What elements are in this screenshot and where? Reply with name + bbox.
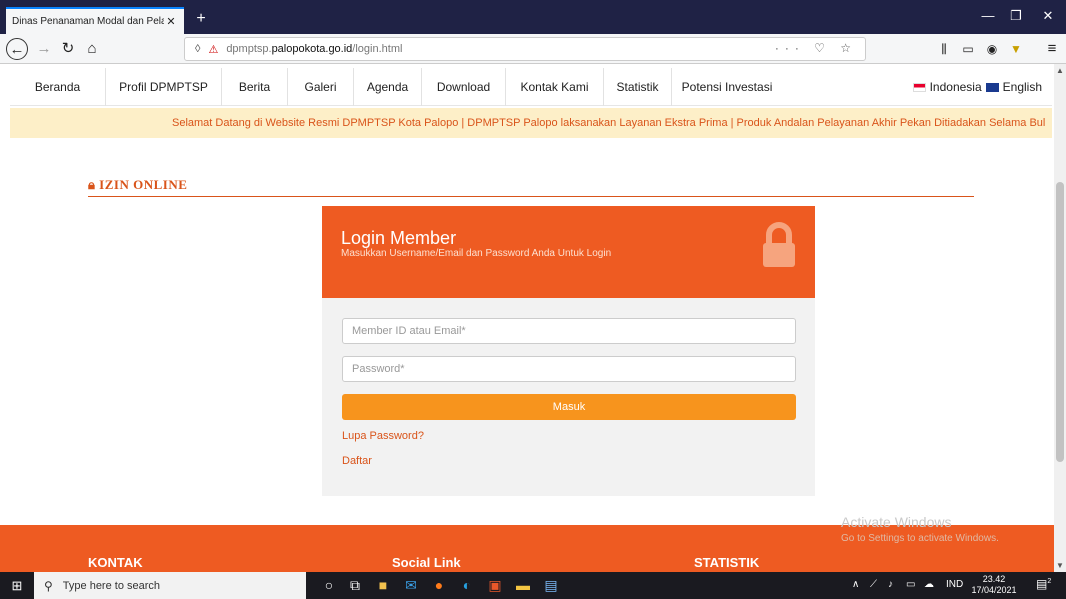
lang-indonesia[interactable]: Indonesia: [930, 80, 982, 94]
library-icon[interactable]: ⫼: [932, 38, 956, 60]
login-subtitle: Masukkan Username/Email dan Password And…: [341, 248, 612, 259]
menu-kontak[interactable]: Kontak Kami: [506, 68, 604, 106]
clock-time: 23.42: [982, 574, 1006, 584]
member-id-input[interactable]: [342, 318, 796, 344]
lang-english[interactable]: English: [1003, 80, 1042, 94]
section-heading: 🔒︎ IZIN ONLINE: [88, 177, 974, 197]
system-clock[interactable]: 23.42 17/04/2021: [968, 574, 1020, 596]
scroll-thumb[interactable]: [1056, 182, 1064, 462]
menu-beranda[interactable]: Beranda: [10, 68, 106, 106]
forgot-password-link[interactable]: Lupa Password?: [342, 430, 424, 442]
browser-window: Dinas Penanaman Modal dan Pelay ✕ + — ❐ …: [0, 0, 1066, 599]
volume-icon[interactable]: ♪: [888, 579, 893, 590]
task-view-icon[interactable]: ⧉: [344, 575, 366, 596]
url-path: /login.html: [352, 43, 403, 55]
login-header: Login Member Masukkan Username/Email dan…: [322, 206, 815, 298]
powerpoint-icon[interactable]: ▣: [484, 575, 506, 596]
notes-icon[interactable]: ▤: [540, 575, 562, 596]
page-scrollbar[interactable]: ▲ ▼: [1054, 64, 1066, 572]
firefox-icon[interactable]: ●: [428, 575, 450, 596]
url-domain: palopokota.go.id: [271, 43, 353, 55]
notifications-icon[interactable]: ▤2: [1036, 577, 1051, 591]
url-prefix: dpmptsp.: [226, 43, 272, 55]
onedrive-icon[interactable]: ☁: [924, 579, 934, 590]
login-button[interactable]: Masuk: [342, 394, 796, 420]
menu-download[interactable]: Download: [422, 68, 506, 106]
extension-icon[interactable]: ▼: [1004, 38, 1028, 60]
lock-icon: 🔒︎: [88, 177, 96, 192]
store-icon[interactable]: ■: [372, 575, 394, 596]
search-icon: ⚲: [44, 578, 53, 593]
taskbar-search[interactable]: ⚲ Type here to search: [34, 572, 306, 599]
login-card: Login Member Masukkan Username/Email dan…: [322, 206, 815, 496]
battery-icon[interactable]: ▭: [906, 579, 915, 590]
back-icon[interactable]: ←: [6, 38, 28, 60]
password-input[interactable]: [342, 356, 796, 382]
cortana-icon[interactable]: ○: [318, 575, 340, 596]
scroll-down-icon[interactable]: ▼: [1054, 561, 1066, 570]
clock-date: 17/04/2021: [971, 585, 1017, 595]
mail-icon[interactable]: ✉: [400, 575, 422, 596]
title-bar: Dinas Penanaman Modal dan Pelay ✕ + — ❐ …: [0, 0, 1066, 34]
menu-berita[interactable]: Berita: [222, 68, 288, 106]
footer-social: Social Link: [392, 555, 461, 570]
insecure-lock-icon[interactable]: ⚠: [208, 43, 218, 56]
url-bar[interactable]: ◊ ⚠ dpmptsp. palopokota.go.id/login.html …: [184, 37, 866, 61]
tab-close-icon[interactable]: ✕: [164, 15, 178, 28]
news-ticker[interactable]: Selamat Datang di Website Resmi DPMPTSP …: [10, 108, 1052, 138]
activation-watermark: Activate Windows: [841, 514, 952, 530]
edge-icon[interactable]: ◐: [456, 575, 478, 596]
footer-kontak: KONTAK: [88, 555, 143, 570]
close-window-icon[interactable]: ✕: [1036, 8, 1060, 24]
menu-potensi[interactable]: Potensi Investasi: [672, 68, 782, 106]
home-icon[interactable]: ⌂: [80, 38, 104, 60]
new-tab-icon[interactable]: +: [190, 9, 212, 31]
network-icon[interactable]: ⟋: [870, 579, 877, 590]
navigation-bar: ← → ↻ ⌂ ◊ ⚠ dpmptsp. palopokota.go.id/log…: [0, 34, 1066, 64]
scroll-up-icon[interactable]: ▲: [1054, 66, 1066, 75]
site-menu: Beranda Profil DPMPTSP Berita Galeri Age…: [10, 68, 1052, 106]
menu-statistik[interactable]: Statistik: [604, 68, 672, 106]
browser-tab[interactable]: Dinas Penanaman Modal dan Pelay ✕: [6, 7, 184, 34]
register-link[interactable]: Daftar: [342, 455, 372, 467]
menu-profil[interactable]: Profil DPMPTSP: [106, 68, 222, 106]
menu-galeri[interactable]: Galeri: [288, 68, 354, 106]
padlock-icon: [763, 222, 795, 267]
restore-icon[interactable]: ❐: [1004, 8, 1028, 24]
uk-flag-icon: [985, 82, 999, 92]
account-icon[interactable]: ◉: [980, 38, 1004, 60]
language-switcher: Indonesia English: [912, 80, 1042, 94]
tab-title: Dinas Penanaman Modal dan Pelay: [12, 16, 164, 27]
menu-agenda[interactable]: Agenda: [354, 68, 422, 106]
search-placeholder: Type here to search: [62, 579, 161, 592]
windows-start-icon[interactable]: ⊞: [0, 572, 34, 599]
sidebar-icon[interactable]: ▭: [956, 38, 980, 60]
forward-icon[interactable]: →: [32, 38, 56, 60]
indonesia-flag-icon: [912, 82, 926, 92]
shield-icon: ◊: [195, 43, 201, 55]
section-title: IZIN ONLINE: [99, 177, 188, 192]
notification-count: 2: [1047, 578, 1052, 585]
file-explorer-icon[interactable]: ▬: [512, 575, 534, 596]
activation-watermark-sub: Go to Settings to activate Windows.: [841, 533, 999, 544]
tray-expand-icon[interactable]: ∧: [852, 579, 859, 590]
input-language[interactable]: IND: [946, 579, 963, 590]
taskbar: ⊞ ⚲ Type here to search ○ ⧉ ■ ✉ ● ◐ ▣ ▬ …: [0, 572, 1066, 599]
url-actions[interactable]: ··· ♡ ☆: [775, 41, 857, 55]
minimize-icon[interactable]: —: [976, 8, 1000, 23]
footer-statistik: STATISTIK: [694, 555, 760, 570]
login-title: Login Member: [341, 228, 457, 248]
reload-icon[interactable]: ↻: [56, 38, 80, 60]
menu-icon[interactable]: ≡: [1040, 38, 1064, 60]
